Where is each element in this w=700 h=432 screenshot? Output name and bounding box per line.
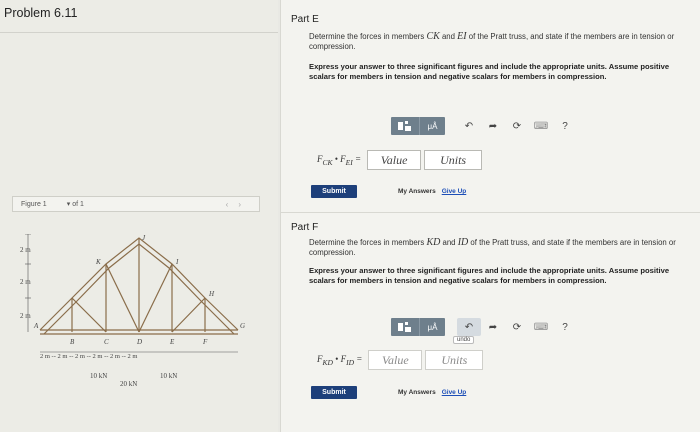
load-label: 10 kN xyxy=(160,372,177,380)
member-symbol: ID xyxy=(457,237,469,248)
chevron-right-icon[interactable]: › xyxy=(238,200,241,209)
units-input[interactable]: Units xyxy=(425,350,484,370)
give-up-link[interactable]: Give Up xyxy=(442,389,467,396)
submit-button[interactable]: Submit xyxy=(311,185,357,198)
part-f-question: Determine the forces in members KD and I… xyxy=(309,238,679,258)
dim-label: 2 m xyxy=(20,312,31,320)
figure-toolbar: Figure 1 ▾ of 1 ‹ › xyxy=(12,196,260,212)
problem-title: Problem 6.11 xyxy=(4,6,78,20)
undo-icon[interactable]: ↶ xyxy=(457,117,481,135)
part-e-question: Determine the forces in members CK and E… xyxy=(309,32,679,52)
part-e-instructions: Express your answer to three significant… xyxy=(309,62,670,81)
divider xyxy=(281,212,700,213)
part-f-answer-row: FKD • FID = Value Units xyxy=(317,350,484,370)
node-label: C xyxy=(104,338,109,346)
units-symbol-button[interactable]: μÅ xyxy=(419,117,445,135)
redo-icon[interactable]: ➦ xyxy=(481,318,505,336)
member-symbol: KD xyxy=(426,237,441,248)
math-template-group: μÅ xyxy=(391,318,445,336)
dim-label: 2 m xyxy=(20,246,31,254)
reset-icon[interactable]: ⟳ xyxy=(505,318,529,336)
load-label: 10 kN xyxy=(90,372,107,380)
units-input[interactable]: Units xyxy=(424,150,483,170)
help-icon[interactable]: ? xyxy=(553,318,577,336)
left-panel: Problem 6.11 Figure 1 ▾ of 1 ‹ › 2 m 2 m… xyxy=(0,0,278,432)
reset-icon[interactable]: ⟳ xyxy=(505,117,529,135)
node-label: E xyxy=(169,338,175,346)
submit-button[interactable]: Submit xyxy=(311,386,357,399)
answer-links: My Answers Give Up xyxy=(398,188,466,195)
node-label: I xyxy=(175,258,179,266)
undo-icon[interactable]: ↶ undo xyxy=(453,318,481,344)
redo-icon[interactable]: ➦ xyxy=(481,117,505,135)
math-template-group: μÅ xyxy=(391,117,445,135)
figure-page-of: of 1 xyxy=(72,200,84,208)
bottom-dimensions: 2 m -- 2 m -- 2 m -- 2 m -- 2 m -- 2 m xyxy=(40,353,137,360)
question-text: Determine the forces in members xyxy=(309,238,427,247)
member-symbol: CK xyxy=(426,31,440,42)
answer-links: My Answers Give Up xyxy=(398,389,466,396)
part-f-toolbar: μÅ ↶ undo ➦ ⟳ ⌨ ? xyxy=(391,318,577,344)
part-f-instructions: Express your answer to three significant… xyxy=(309,266,670,285)
question-text: and xyxy=(440,238,458,247)
question-text: and xyxy=(439,32,458,41)
part-e-toolbar: μÅ ↶ ➦ ⟳ ⌨ ? xyxy=(391,117,577,135)
equation-label: FKD • FID = xyxy=(317,353,363,367)
figure-label: Figure 1 xyxy=(21,200,47,208)
figure-nav: ‹ › xyxy=(226,200,241,209)
template-icon[interactable] xyxy=(391,120,419,132)
divider xyxy=(0,32,278,33)
part-f-label: Part F xyxy=(291,222,319,233)
question-text: Determine the forces in members xyxy=(309,32,427,41)
part-e-label: Part E xyxy=(291,14,319,25)
part-e-answer-row: FCK • FEI = Value Units xyxy=(317,150,483,170)
keyboard-icon[interactable]: ⌨ xyxy=(529,117,553,135)
keyboard-icon[interactable]: ⌨ xyxy=(529,318,553,336)
node-label: K xyxy=(95,258,101,266)
node-label: D xyxy=(136,338,142,346)
equation-label: FCK • FEI = xyxy=(317,153,362,167)
value-input[interactable]: Value xyxy=(368,350,423,370)
right-panel: Part E Determine the forces in members C… xyxy=(280,0,700,432)
node-label: J xyxy=(142,234,146,242)
undo-tooltip: undo xyxy=(453,336,475,344)
node-label: A xyxy=(33,322,39,330)
node-label: B xyxy=(70,338,75,346)
dim-label: 2 m xyxy=(20,278,31,286)
my-answers-link[interactable]: My Answers xyxy=(398,188,436,195)
figure-select[interactable]: ▾ of 1 xyxy=(66,200,84,209)
give-up-link[interactable]: Give Up xyxy=(442,188,467,195)
node-label: G xyxy=(240,322,245,330)
node-label: H xyxy=(208,290,215,298)
template-icon[interactable] xyxy=(391,321,419,333)
units-symbol-button[interactable]: μÅ xyxy=(419,318,445,336)
help-icon[interactable]: ? xyxy=(553,117,577,135)
node-label: F xyxy=(202,338,208,346)
my-answers-link[interactable]: My Answers xyxy=(398,389,436,396)
member-symbol: EI xyxy=(457,31,467,42)
truss-members xyxy=(39,237,239,335)
chevron-left-icon[interactable]: ‹ xyxy=(226,200,229,209)
truss-figure: 2 m 2 m 2 m A B C D E F G H I J K 2 m --… xyxy=(20,234,245,388)
spinner-icon: ▾ xyxy=(66,201,71,208)
load-label: 20 kN xyxy=(120,380,137,388)
value-input[interactable]: Value xyxy=(367,150,422,170)
